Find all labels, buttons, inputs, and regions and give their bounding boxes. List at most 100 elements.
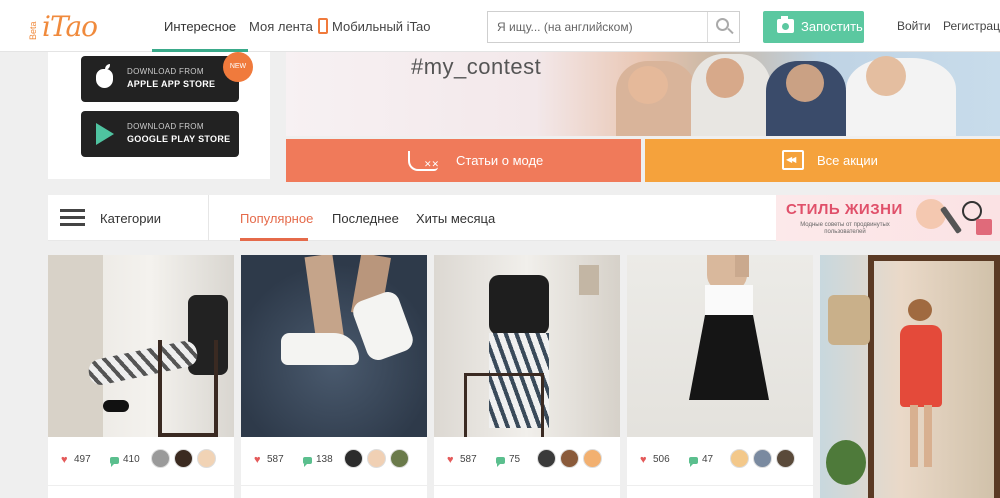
photo-shoe: [103, 400, 129, 412]
heart-icon[interactable]: ♥: [447, 455, 457, 466]
avatar[interactable]: [730, 449, 749, 468]
fashion-articles-button[interactable]: ✕✕ Статьи о моде: [286, 139, 641, 182]
post-card[interactable]: ♥ 506 47: [627, 255, 813, 498]
comment-icon[interactable]: [496, 457, 505, 467]
comment-icon[interactable]: [110, 457, 119, 467]
comments-count: 75: [509, 454, 521, 465]
post-photo[interactable]: [241, 255, 427, 437]
lifestyle-banner[interactable]: СТИЛЬ ЖИЗНИ Модные советы от продвинутых…: [776, 195, 1000, 241]
search-button[interactable]: [707, 12, 739, 42]
post-card[interactable]: ♥ 587 138: [241, 255, 427, 498]
photo-top: [705, 285, 753, 317]
apple-icon: [96, 64, 113, 88]
lipstick-image: [976, 219, 992, 235]
comments-count: 47: [702, 454, 714, 465]
phone-icon: [318, 18, 328, 34]
lifestyle-banner-subtitle: Модные советы от продвинутых пользовател…: [800, 222, 890, 235]
post-stats: ♥ 497 410: [48, 437, 234, 485]
avatar[interactable]: [583, 449, 602, 468]
heart-icon[interactable]: ♥: [61, 455, 71, 466]
post-card[interactable]: ♥ 497 410: [48, 255, 234, 498]
avatar[interactable]: [390, 449, 409, 468]
comments-count: 138: [316, 454, 333, 465]
itao-logo[interactable]: Beta iTao: [28, 8, 118, 44]
top-navigation-bar: Beta iTao Интересное Моя лента Мобильный…: [0, 0, 1000, 52]
photo-plant: [826, 440, 866, 485]
photo-chair: [464, 373, 544, 437]
eyelash-curler-image: [962, 201, 982, 221]
avatar[interactable]: [344, 449, 363, 468]
logo-wordmark: iTao: [42, 10, 98, 43]
post-photo[interactable]: [434, 255, 620, 437]
categories-label[interactable]: Категории: [100, 211, 161, 226]
photo-top: [489, 275, 549, 335]
comment-icon[interactable]: [689, 457, 698, 467]
card-divider: [627, 485, 813, 486]
photo-chair: [158, 340, 218, 437]
likes-count: 497: [74, 454, 91, 465]
post-photo[interactable]: [627, 255, 813, 437]
comment-icon[interactable]: [303, 457, 312, 467]
banner-photo-face: [786, 64, 824, 102]
login-link[interactable]: Войти: [897, 19, 931, 33]
banner-photo-face: [706, 58, 744, 98]
apple-store-big-label: APPLE APP STORE: [127, 79, 216, 89]
likes-count: 587: [460, 454, 477, 465]
post-photo[interactable]: [48, 255, 234, 437]
apple-app-store-button[interactable]: DOWNLOAD FROM APPLE APP STORE: [81, 56, 239, 102]
avatar[interactable]: [197, 449, 216, 468]
likes-count: 587: [267, 454, 284, 465]
avatar[interactable]: [753, 449, 772, 468]
google-store-big-label: GOOGLE PLAY STORE: [127, 134, 231, 144]
google-play-store-button[interactable]: DOWNLOAD FROM GOOGLE PLAY STORE: [81, 111, 239, 157]
nav-mobile-itao[interactable]: Мобильный iTao: [318, 0, 431, 52]
photo-phone: [735, 255, 749, 277]
nav-my-feed[interactable]: Моя лента: [249, 0, 313, 52]
avatar[interactable]: [560, 449, 579, 468]
search-box: [487, 11, 740, 43]
post-card[interactable]: ♥ 587 75: [434, 255, 620, 498]
post-stats: ♥ 587 75: [434, 437, 620, 485]
photo-sneaker: [281, 333, 359, 365]
camera-icon: [777, 16, 794, 33]
divider: [208, 195, 209, 241]
avatar[interactable]: [776, 449, 795, 468]
comments-count: 410: [123, 454, 140, 465]
tab-popular[interactable]: Популярное: [240, 211, 313, 226]
logo-beta-label: Beta: [28, 21, 38, 40]
card-divider: [434, 485, 620, 486]
register-link[interactable]: Регистрация: [943, 19, 1000, 33]
post-stats: ♥ 506 47: [627, 437, 813, 485]
photo-skirt: [689, 315, 769, 400]
photo-hat: [908, 299, 932, 321]
tab-month-hits[interactable]: Хиты месяца: [416, 211, 495, 226]
cosmetics-image: [916, 199, 946, 229]
card-divider: [48, 485, 234, 486]
avatar[interactable]: [174, 449, 193, 468]
avatar[interactable]: [367, 449, 386, 468]
contest-banner[interactable]: #my_contest: [286, 52, 1000, 136]
tab-latest[interactable]: Последнее: [332, 211, 399, 226]
google-play-icon: [96, 123, 114, 145]
rewind-icon: [782, 150, 804, 170]
post-card[interactable]: [820, 255, 1000, 498]
photo-leg: [924, 405, 932, 467]
heart-icon[interactable]: ♥: [254, 455, 264, 466]
banner-photo-face: [866, 56, 906, 96]
photo-curtain: [48, 255, 103, 437]
likes-count: 506: [653, 454, 670, 465]
heart-icon[interactable]: ♥: [640, 455, 650, 466]
all-deals-button[interactable]: Все акции: [645, 139, 1000, 182]
photo-plant-pot: [828, 295, 870, 345]
nav-interesting[interactable]: Интересное: [151, 0, 249, 52]
search-input[interactable]: [488, 12, 706, 42]
all-deals-label: Все акции: [817, 153, 878, 168]
apple-store-small-label: DOWNLOAD FROM: [127, 67, 204, 76]
post-button[interactable]: Запостить: [763, 11, 864, 43]
avatar[interactable]: [537, 449, 556, 468]
lifestyle-banner-title: СТИЛЬ ЖИЗНИ: [786, 201, 903, 218]
avatar[interactable]: [151, 449, 170, 468]
photo-leg: [910, 405, 918, 467]
post-photo[interactable]: [820, 255, 1000, 498]
menu-icon[interactable]: [60, 209, 85, 227]
